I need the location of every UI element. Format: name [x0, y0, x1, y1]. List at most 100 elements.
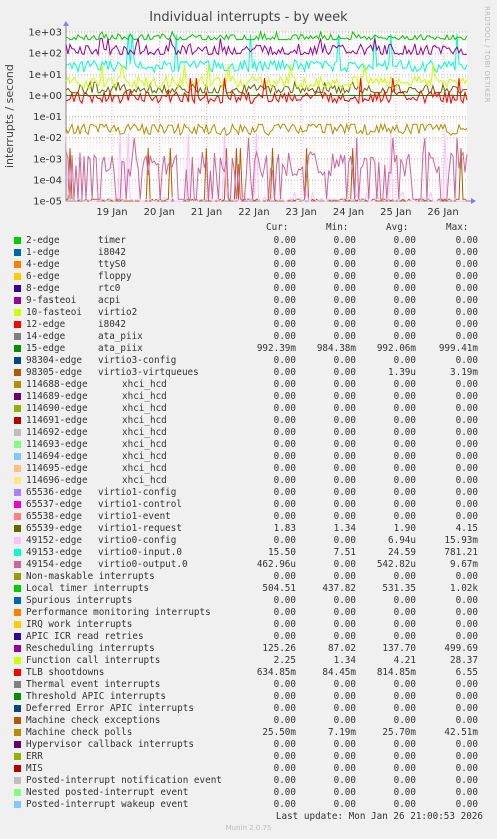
legend-swatch: [14, 729, 21, 736]
legend-series-desc: xhci_hcd: [122, 463, 167, 474]
legend-value-avg: 0.00: [393, 775, 416, 786]
legend-row: Performance monitoring interrupts 0.00 0.0…: [0, 607, 497, 619]
legend-value-cur: 0.00: [273, 595, 296, 606]
legend-value-max: 0.00: [455, 415, 478, 426]
legend-swatch: [14, 573, 21, 580]
legend-value-max: 4.15: [455, 523, 478, 534]
legend-series-name: 114694-edge: [26, 451, 88, 462]
col-avg-header: Avg:: [386, 222, 409, 233]
legend-value-avg: 0.00: [393, 679, 416, 690]
legend-value-avg: 1.39u: [388, 367, 416, 378]
legend-series-desc: virtio1-config: [98, 487, 177, 498]
legend-value-avg: 0.00: [393, 331, 416, 342]
legend-value-max: 0.00: [455, 259, 478, 270]
legend-value-avg: 0.00: [393, 799, 416, 810]
legend-series-name: 65539-edge: [26, 523, 82, 534]
legend-swatch: [14, 357, 21, 364]
legend-row: MIS 0.00 0.00 0.00 0.00: [0, 763, 497, 775]
legend-row: 114694-edge xhci_hcd 0.00 0.00 0.00 0.00: [0, 451, 497, 463]
legend-value-cur: 0.00: [273, 415, 296, 426]
legend-value-avg: 0.00: [393, 763, 416, 774]
legend-series-name: 65538-edge: [26, 511, 82, 522]
legend-series-name: TLB shootdowns: [26, 667, 105, 678]
legend-value-max: 0.00: [455, 739, 478, 750]
legend-value-avg: 0.00: [393, 739, 416, 750]
x-tick-label: 22 Jan: [238, 207, 269, 218]
legend-value-cur: 0.00: [273, 391, 296, 402]
legend-series-desc: virtio3-virtqueues: [98, 367, 199, 378]
legend-value-min: 0.00: [333, 787, 356, 798]
legend-value-min: 0.00: [333, 715, 356, 726]
legend-value-avg: 0.00: [393, 715, 416, 726]
legend-value-avg: 0.00: [393, 751, 416, 762]
legend-row: APIC ICR read retries 0.00 0.00 0.00 0.00: [0, 631, 497, 643]
legend-value-min: 0.00: [333, 475, 356, 486]
legend-swatch: [14, 273, 21, 280]
legend-value-avg: 0.00: [393, 307, 416, 318]
legend-series-desc: i8042: [98, 247, 126, 258]
legend-value-min: 0.00: [333, 307, 356, 318]
legend-value-max: 781.21: [444, 547, 478, 558]
y-tick-label: 1e+00: [28, 91, 62, 102]
legend-swatch: [14, 597, 21, 604]
legend-swatch: [14, 477, 21, 484]
legend-row: Function call interrupts 2.25 1.34 4.21 28.3…: [0, 655, 497, 667]
legend-swatch: [14, 681, 21, 688]
legend-row: 65539-edge virtio1-request 1.83 1.34 1.90 4.1…: [0, 523, 497, 535]
legend-series-name: 1-edge: [26, 247, 60, 258]
legend-row: Rescheduling interrupts 125.26 87.02 137.70…: [0, 643, 497, 655]
legend-value-max: 6.55: [455, 667, 478, 678]
legend-series-desc: rtc0: [98, 283, 121, 294]
legend-value-cur: 0.00: [273, 463, 296, 474]
legend-value-avg: 0.00: [393, 259, 416, 270]
legend-value-min: 0.00: [333, 439, 356, 450]
legend-series-name: 65537-edge: [26, 499, 82, 510]
legend-value-min: 0.00: [333, 271, 356, 282]
legend-value-avg: 0.00: [393, 787, 416, 798]
legend-value-max: 0.00: [455, 571, 478, 582]
legend-value-cur: 992.39m: [256, 343, 296, 354]
legend-value-max: 0.00: [455, 511, 478, 522]
legend-value-cur: 504.51: [262, 583, 296, 594]
y-tick-label: 1e-01: [33, 112, 62, 123]
legend-series-desc: xhci_hcd: [122, 439, 167, 450]
legend-series-desc: ttyS0: [98, 259, 126, 270]
legend-series-desc: virtio0-config: [98, 535, 177, 546]
legend-row: TLB shootdowns 634.85m 84.45m 814.85m 6.55: [0, 667, 497, 679]
legend-value-avg: 0.00: [393, 283, 416, 294]
legend-row: IRQ work interrupts 0.00 0.00 0.00 0.00: [0, 619, 497, 631]
legend-value-min: 0.00: [333, 751, 356, 762]
legend-value-avg: 0.00: [393, 379, 416, 390]
legend-value-max: 0.00: [455, 427, 478, 438]
legend-series-name: 114688-edge: [26, 379, 88, 390]
legend-value-cur: 0.00: [273, 751, 296, 762]
legend-value-avg: 0.00: [393, 271, 416, 282]
legend-series-name: Rescheduling interrupts: [26, 643, 155, 654]
legend-swatch: [14, 549, 21, 556]
munin-version: Munin 2.0.75: [225, 824, 272, 832]
legend-value-cur: 0.00: [273, 775, 296, 786]
legend-value-min: 84.45m: [322, 667, 356, 678]
legend-value-max: 0.00: [455, 403, 478, 414]
legend-swatch: [14, 453, 21, 460]
legend-series-name: 6-edge: [26, 271, 60, 282]
legend-swatch: [14, 693, 21, 700]
legend-value-avg: 0.00: [393, 295, 416, 306]
legend-value-avg: 0.00: [393, 403, 416, 414]
legend-row: 114691-edge xhci_hcd 0.00 0.00 0.00 0.00: [0, 415, 497, 427]
legend-series-name: Deferred Error APIC interrupts: [26, 703, 194, 714]
legend-value-max: 28.37: [450, 655, 478, 666]
x-tick-label: 24 Jan: [333, 207, 364, 218]
y-tick-label: 1e+03: [28, 28, 62, 39]
legend-swatch: [14, 309, 21, 316]
legend-series-name: Non-maskable interrupts: [26, 571, 155, 582]
legend-swatch: [14, 765, 21, 772]
legend-value-max: 0.00: [455, 271, 478, 282]
legend-value-avg: 0.00: [393, 439, 416, 450]
legend-row: 65536-edge virtio1-config 0.00 0.00 0.00 0.00: [0, 487, 497, 499]
legend-swatch: [14, 561, 21, 568]
x-tick-label: 23 Jan: [286, 207, 317, 218]
legend-value-avg: 0.00: [393, 463, 416, 474]
legend-series-name: Function call interrupts: [26, 655, 161, 666]
legend-value-max: 0.00: [455, 715, 478, 726]
